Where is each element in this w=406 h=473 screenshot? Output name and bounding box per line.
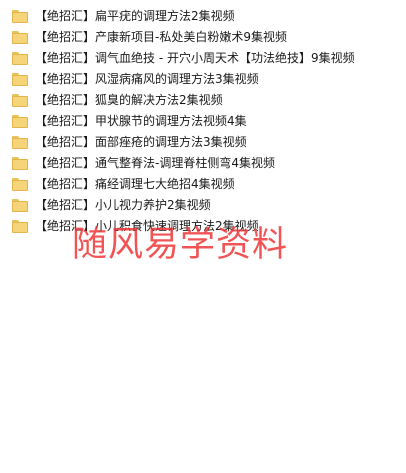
folder-icon <box>12 10 28 23</box>
folder-item[interactable]: 【绝招汇】风湿病痛风的调理方法3集视频 <box>0 69 406 90</box>
folder-item[interactable]: 【绝招汇】调气血绝技 - 开穴小周天术【功法绝技】9集视频 <box>0 48 406 69</box>
folder-icon <box>12 31 28 44</box>
folder-icon <box>12 199 28 212</box>
folder-icon <box>12 115 28 128</box>
folder-icon <box>12 52 28 65</box>
folder-name: 【绝招汇】小儿积食快速调理方法2集视频 <box>35 219 259 233</box>
folder-icon <box>12 157 28 170</box>
folder-name: 【绝招汇】通气整脊法-调理脊柱侧弯4集视频 <box>35 156 275 170</box>
folder-name: 【绝招汇】风湿病痛风的调理方法3集视频 <box>35 72 259 86</box>
folder-name: 【绝招汇】小儿视力养护2集视频 <box>35 198 211 212</box>
folder-icon <box>12 73 28 86</box>
folder-item[interactable]: 【绝招汇】甲状腺节的调理方法视频4集 <box>0 111 406 132</box>
folder-item[interactable]: 【绝招汇】痛经调理七大绝招4集视频 <box>0 174 406 195</box>
folder-name: 【绝招汇】面部痤疮的调理方法3集视频 <box>35 135 247 149</box>
folder-item[interactable]: 【绝招汇】小儿积食快速调理方法2集视频 <box>0 216 406 237</box>
folder-icon <box>12 220 28 233</box>
folder-item[interactable]: 【绝招汇】面部痤疮的调理方法3集视频 <box>0 132 406 153</box>
folder-icon <box>12 136 28 149</box>
folder-name: 【绝招汇】痛经调理七大绝招4集视频 <box>35 177 235 191</box>
folder-item[interactable]: 【绝招汇】扁平疣的调理方法2集视频 <box>0 6 406 27</box>
folder-name: 【绝招汇】甲状腺节的调理方法视频4集 <box>35 114 247 128</box>
folder-name: 【绝招汇】扁平疣的调理方法2集视频 <box>35 9 235 23</box>
folder-item[interactable]: 【绝招汇】小儿视力养护2集视频 <box>0 195 406 216</box>
folder-item[interactable]: 【绝招汇】产康新项目-私处美白粉嫩术9集视频 <box>0 27 406 48</box>
folder-item[interactable]: 【绝招汇】通气整脊法-调理脊柱侧弯4集视频 <box>0 153 406 174</box>
folder-name: 【绝招汇】调气血绝技 - 开穴小周天术【功法绝技】9集视频 <box>35 51 355 65</box>
folder-name: 【绝招汇】狐臭的解决方法2集视频 <box>35 93 223 107</box>
folder-item[interactable]: 【绝招汇】狐臭的解决方法2集视频 <box>0 90 406 111</box>
folder-icon <box>12 94 28 107</box>
file-list: 【绝招汇】扁平疣的调理方法2集视频 【绝招汇】产康新项目-私处美白粉嫩术9集视频… <box>0 0 406 237</box>
folder-icon <box>12 178 28 191</box>
folder-name: 【绝招汇】产康新项目-私处美白粉嫩术9集视频 <box>35 30 287 44</box>
